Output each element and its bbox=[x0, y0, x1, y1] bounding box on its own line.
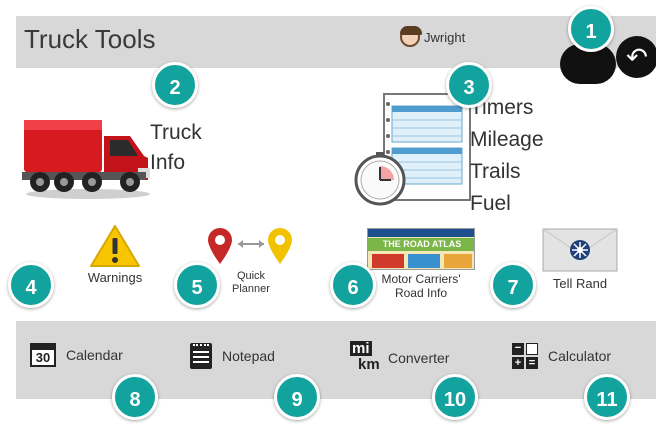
truck-tools-screen: Truck Tools Jwright ↶ Truck Info Timers … bbox=[16, 16, 656, 399]
warnings-label: Warnings bbox=[87, 270, 143, 285]
truck-info-label: Truck Info bbox=[150, 118, 202, 178]
notepad-label: Notepad bbox=[222, 348, 275, 364]
logbook-clock-icon bbox=[354, 93, 471, 206]
calculator-label: Calculator bbox=[548, 348, 612, 364]
callout-7: 7 bbox=[490, 262, 536, 308]
quick-planner-button[interactable]: Quick Planner bbox=[206, 226, 296, 306]
callout-10: 10 bbox=[432, 374, 478, 420]
callout-11: 11 bbox=[584, 374, 630, 420]
user-profile[interactable]: Jwright bbox=[400, 26, 466, 47]
callout-4: 4 bbox=[8, 262, 54, 308]
calculator-icon: − + = bbox=[512, 343, 538, 369]
warnings-button[interactable]: Warnings bbox=[70, 224, 160, 304]
truck-info-button[interactable]: Truck Info bbox=[16, 84, 276, 204]
tell-rand-label: Tell Rand bbox=[552, 276, 608, 291]
page-title: Truck Tools bbox=[24, 24, 156, 54]
callout-2: 2 bbox=[152, 62, 198, 108]
callout-5: 5 bbox=[174, 262, 220, 308]
callout-8: 8 bbox=[112, 374, 158, 420]
calendar-icon-number: 30 bbox=[35, 350, 51, 365]
calculator-button[interactable]: − + = Calculator bbox=[512, 343, 611, 369]
envelope-icon bbox=[542, 228, 618, 272]
trip-log-button[interactable]: Timers Mileage Trails Fuel bbox=[346, 80, 646, 230]
back-arrow-icon: ↶ bbox=[626, 42, 648, 72]
fuel-label: Fuel bbox=[470, 192, 511, 215]
back-button[interactable]: ↶ bbox=[616, 36, 656, 78]
converter-icon-km: km bbox=[358, 356, 380, 373]
converter-button[interactable]: mi km Converter bbox=[350, 340, 450, 373]
route-pins-icon bbox=[208, 228, 292, 264]
road-info-button[interactable]: THE ROAD ATLAS Motor Carriers' Road Info bbox=[356, 228, 486, 308]
truck-info-line-1: Truck bbox=[150, 121, 202, 144]
warning-icon bbox=[90, 225, 140, 267]
callout-3: 3 bbox=[446, 62, 492, 108]
trip-log-labels: Timers Mileage Trails Fuel bbox=[470, 92, 544, 220]
calendar-label: Calendar bbox=[66, 347, 123, 363]
footer-bar: 30 Calendar Notepad mi km Converter − + … bbox=[16, 321, 656, 399]
converter-icon-mi: mi bbox=[350, 340, 372, 357]
converter-label: Converter bbox=[388, 350, 450, 366]
road-atlas-icon: THE ROAD ATLAS bbox=[367, 228, 475, 270]
truck-info-line-2: Info bbox=[150, 151, 186, 174]
calendar-button[interactable]: 30 Calendar bbox=[30, 343, 123, 367]
user-avatar-icon bbox=[400, 26, 422, 47]
truck-icon bbox=[22, 120, 150, 199]
tell-rand-button[interactable]: Tell Rand bbox=[532, 228, 628, 308]
callout-1: 1 bbox=[568, 6, 614, 52]
mileage-label: Mileage bbox=[470, 128, 544, 151]
user-name: Jwright bbox=[424, 29, 466, 45]
trails-label: Trails bbox=[470, 160, 521, 183]
notepad-icon bbox=[190, 343, 212, 369]
road-atlas-banner: THE ROAD ATLAS bbox=[368, 238, 474, 251]
unit-converter-icon: mi km bbox=[350, 340, 380, 373]
calendar-icon: 30 bbox=[30, 343, 56, 367]
notepad-button[interactable]: Notepad bbox=[190, 343, 275, 369]
callout-9: 9 bbox=[274, 374, 320, 420]
callout-6: 6 bbox=[330, 262, 376, 308]
